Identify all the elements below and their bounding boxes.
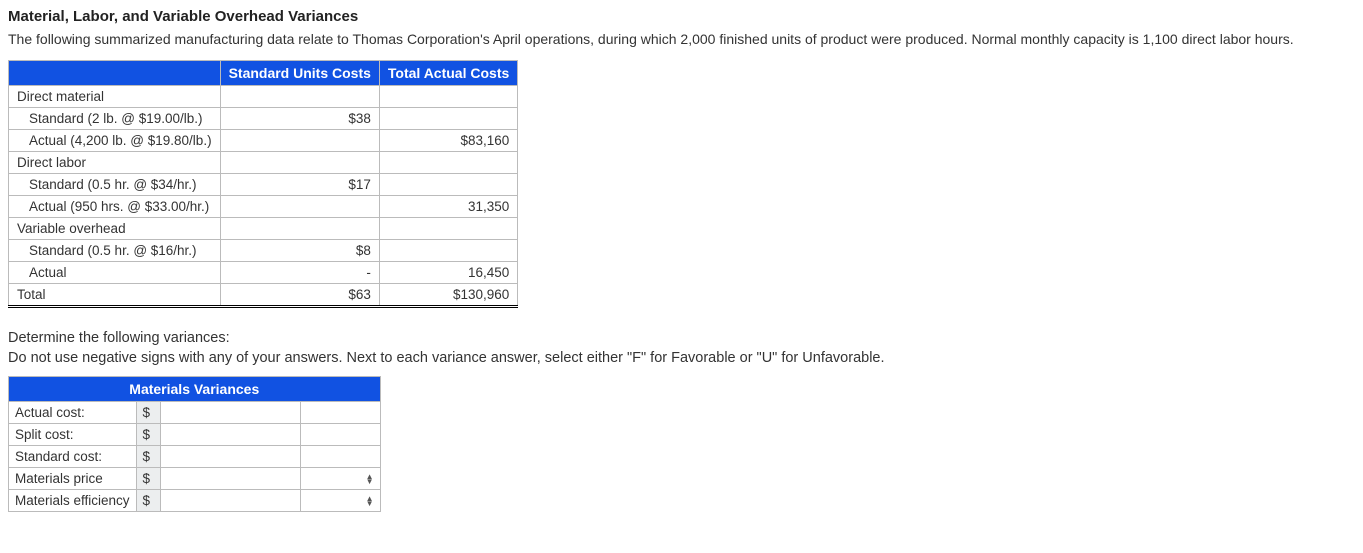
- cell: [300, 402, 380, 424]
- row-label: Actual cost:: [9, 402, 137, 424]
- dollar-sign: $: [136, 446, 160, 468]
- cell: $83,160: [379, 130, 517, 152]
- row-label: Total: [9, 284, 221, 307]
- cell: [379, 240, 517, 262]
- materials-efficiency-select[interactable]: ▲▼: [300, 490, 380, 512]
- table-row: Direct material: [9, 86, 518, 108]
- row-label: Standard cost:: [9, 446, 137, 468]
- table-row: Variable overhead: [9, 218, 518, 240]
- cell: [220, 130, 379, 152]
- cell: [379, 86, 517, 108]
- cell: [220, 196, 379, 218]
- row-label: Direct material: [9, 86, 221, 108]
- cell: [379, 152, 517, 174]
- dollar-sign: $: [136, 424, 160, 446]
- table-row: Standard cost: $: [9, 446, 381, 468]
- cell: [220, 86, 379, 108]
- materials-price-input[interactable]: [160, 468, 300, 490]
- row-label: Direct labor: [9, 152, 221, 174]
- cell: $8: [220, 240, 379, 262]
- table-row: Materials price $ ▲▼: [9, 468, 381, 490]
- row-label: Standard (0.5 hr. @ $34/hr.): [9, 174, 221, 196]
- table-row: Standard (0.5 hr. @ $16/hr.) $8: [9, 240, 518, 262]
- cell: [220, 152, 379, 174]
- table-row: Materials efficiency $ ▲▼: [9, 490, 381, 512]
- actual-cost-input[interactable]: [160, 402, 300, 424]
- table-row: Actual - 16,450: [9, 262, 518, 284]
- cell: [300, 424, 380, 446]
- sort-icon: ▲▼: [366, 496, 374, 506]
- materials-price-select[interactable]: ▲▼: [300, 468, 380, 490]
- variances-header: Materials Variances: [9, 377, 381, 402]
- split-cost-input[interactable]: [160, 424, 300, 446]
- table-row: Standard (0.5 hr. @ $34/hr.) $17: [9, 174, 518, 196]
- table-row: Actual (950 hrs. @ $33.00/hr.) 31,350: [9, 196, 518, 218]
- cell: [379, 108, 517, 130]
- materials-efficiency-input[interactable]: [160, 490, 300, 512]
- table-row: Actual (4,200 lb. @ $19.80/lb.) $83,160: [9, 130, 518, 152]
- row-label: Standard (0.5 hr. @ $16/hr.): [9, 240, 221, 262]
- cell: $38: [220, 108, 379, 130]
- cell: 16,450: [379, 262, 517, 284]
- row-label: Materials price: [9, 468, 137, 490]
- table-row: Split cost: $: [9, 424, 381, 446]
- standard-cost-input[interactable]: [160, 446, 300, 468]
- row-label: Standard (2 lb. @ $19.00/lb.): [9, 108, 221, 130]
- row-label: Actual (4,200 lb. @ $19.80/lb.): [9, 130, 221, 152]
- dollar-sign: $: [136, 402, 160, 424]
- dollar-sign: $: [136, 468, 160, 490]
- row-label: Split cost:: [9, 424, 137, 446]
- header-actual-costs: Total Actual Costs: [379, 61, 517, 86]
- table-row: Standard (2 lb. @ $19.00/lb.) $38: [9, 108, 518, 130]
- table-row-total: Total $63 $130,960: [9, 284, 518, 307]
- cell: [220, 218, 379, 240]
- costs-table: Standard Units Costs Total Actual Costs …: [8, 60, 518, 308]
- variances-table: Materials Variances Actual cost: $ Split…: [8, 376, 381, 512]
- instruction-text: Determine the following variances:: [8, 330, 1355, 346]
- row-label: Variable overhead: [9, 218, 221, 240]
- intro-text: The following summarized manufacturing d…: [8, 29, 1355, 50]
- row-label: Actual (950 hrs. @ $33.00/hr.): [9, 196, 221, 218]
- table-row: Direct labor: [9, 152, 518, 174]
- cell: $17: [220, 174, 379, 196]
- cell: [300, 446, 380, 468]
- cell: $63: [220, 284, 379, 307]
- cell: [379, 218, 517, 240]
- cell: $130,960: [379, 284, 517, 307]
- header-empty: [9, 61, 221, 86]
- page-title: Material, Labor, and Variable Overhead V…: [8, 8, 1355, 25]
- sort-icon: ▲▼: [366, 474, 374, 484]
- row-label: Materials efficiency: [9, 490, 137, 512]
- cell: -: [220, 262, 379, 284]
- cell: [379, 174, 517, 196]
- cell: 31,350: [379, 196, 517, 218]
- table-row: Actual cost: $: [9, 402, 381, 424]
- row-label: Actual: [9, 262, 221, 284]
- subinstruction-text: Do not use negative signs with any of yo…: [8, 350, 1355, 366]
- dollar-sign: $: [136, 490, 160, 512]
- header-std-costs: Standard Units Costs: [220, 61, 379, 86]
